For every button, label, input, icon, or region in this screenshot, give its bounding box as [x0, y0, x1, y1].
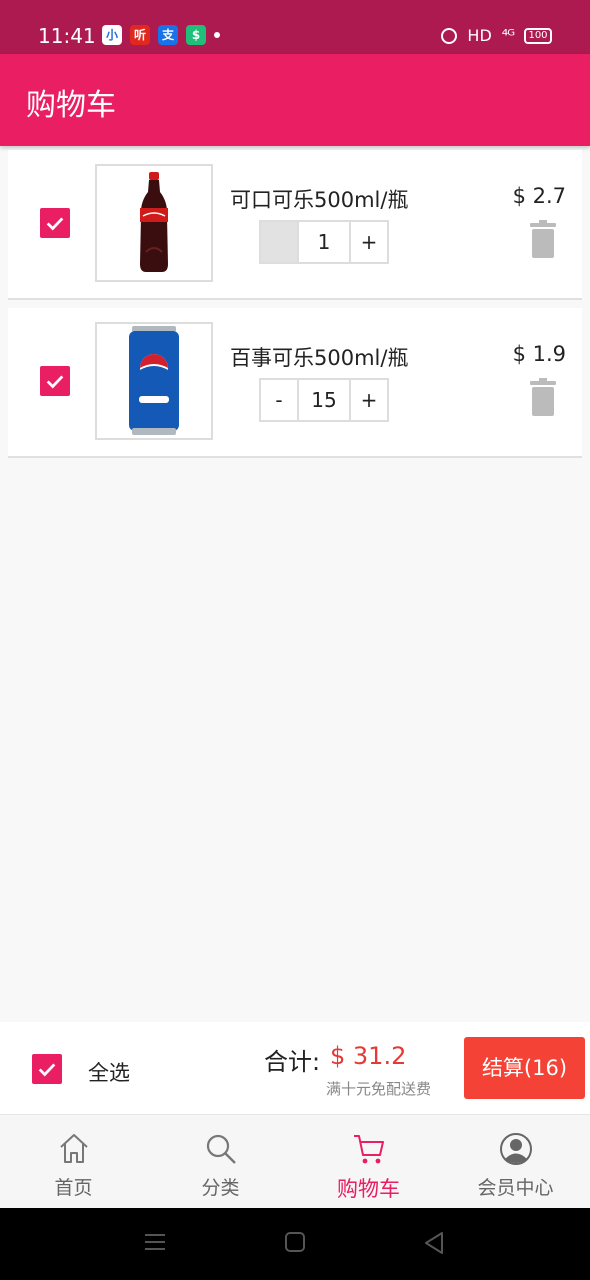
product-image-coca-cola[interactable]: [95, 164, 213, 282]
check-icon: [46, 375, 64, 389]
item-price: $ 1.9: [512, 342, 566, 366]
nav-label-cart: 购物车: [337, 1177, 400, 1201]
user-icon: [500, 1133, 532, 1165]
increase-quantity-button[interactable]: +: [351, 380, 387, 420]
app-notification-icon: 小: [102, 25, 122, 45]
select-all-label[interactable]: 全选: [88, 1057, 130, 1087]
total-label: 合计:: [264, 1048, 321, 1076]
item-checkbox[interactable]: [40, 366, 70, 396]
trash-icon[interactable]: [530, 378, 556, 416]
decrease-quantity-button[interactable]: -: [261, 380, 297, 420]
product-name: 可口可乐500ml/瓶: [230, 188, 409, 212]
system-nav-bar: [0, 1208, 590, 1280]
page-title: 购物车: [26, 88, 116, 123]
search-icon: [206, 1134, 236, 1164]
nav-label-member: 会员中心: [477, 1177, 554, 1199]
network-type: HD: [467, 26, 492, 45]
signal-icon: ⁴ᴳ: [501, 26, 515, 45]
nav-item-member[interactable]: 会员中心: [442, 1115, 589, 1209]
cart-icon: [354, 1135, 384, 1164]
wallet-app-icon: $: [186, 25, 206, 45]
menu-icon[interactable]: [144, 1232, 166, 1252]
status-indicators: HD ⁴ᴳ 100: [441, 26, 552, 45]
product-name: 百事可乐500ml/瓶: [230, 346, 409, 370]
app-bar: 购物车: [0, 54, 590, 146]
alarm-icon: [441, 27, 458, 44]
status-bar: 11:41 小 听 支 $ HD ⁴ᴳ 100: [0, 0, 590, 54]
select-all-checkbox[interactable]: [32, 1054, 62, 1084]
check-icon: [38, 1063, 56, 1077]
trash-icon[interactable]: [530, 220, 556, 258]
listen-app-icon: 听: [130, 25, 150, 45]
total-amount: $ 31.2: [330, 1042, 407, 1070]
product-image-pepsi[interactable]: [95, 322, 213, 440]
cart-item: 百事可乐500ml/瓶 - 15 + $ 1.9: [8, 308, 582, 458]
back-icon[interactable]: [424, 1232, 444, 1254]
checkout-button[interactable]: 结算(16): [464, 1037, 585, 1099]
nav-item-category[interactable]: 分类: [147, 1115, 294, 1209]
item-price: $ 2.7: [512, 184, 566, 208]
battery-icon: 100: [524, 27, 552, 44]
increase-quantity-button[interactable]: +: [351, 222, 387, 262]
quantity-value[interactable]: 15: [297, 380, 351, 420]
quantity-stepper: - 15 +: [259, 378, 389, 422]
home-icon: [60, 1134, 88, 1163]
home-button-icon[interactable]: [285, 1232, 305, 1252]
nav-item-home[interactable]: 首页: [0, 1115, 147, 1209]
nav-label-home: 首页: [54, 1177, 93, 1199]
bottom-nav: 首页 分类 购物车 会员中心: [0, 1114, 590, 1208]
check-icon: [46, 217, 64, 231]
quantity-stepper: 1 +: [259, 220, 389, 264]
decrease-quantity-button[interactable]: [261, 222, 297, 262]
quantity-value[interactable]: 1: [297, 222, 351, 262]
more-notifications-dot-icon: [214, 32, 220, 38]
cart-list: 可口可乐500ml/瓶 1 + $ 2.7 百事可乐500ml/瓶 - 15 +…: [8, 150, 582, 466]
status-time: 11:41: [38, 24, 96, 48]
nav-label-category: 分类: [201, 1177, 240, 1199]
item-checkbox[interactable]: [40, 208, 70, 238]
delivery-note: 满十元免配送费: [326, 1080, 432, 1098]
cart-item: 可口可乐500ml/瓶 1 + $ 2.7: [8, 150, 582, 300]
checkout-bar: 全选 合计: $ 31.2 满十元免配送费 结算(16): [0, 1022, 590, 1114]
notification-icons: 小 听 支 $: [102, 25, 220, 45]
alipay-app-icon: 支: [158, 25, 178, 45]
pepsi-can-icon: [129, 326, 179, 435]
nav-item-cart[interactable]: 购物车: [295, 1115, 442, 1209]
coca-cola-bottle-icon: [140, 172, 168, 272]
